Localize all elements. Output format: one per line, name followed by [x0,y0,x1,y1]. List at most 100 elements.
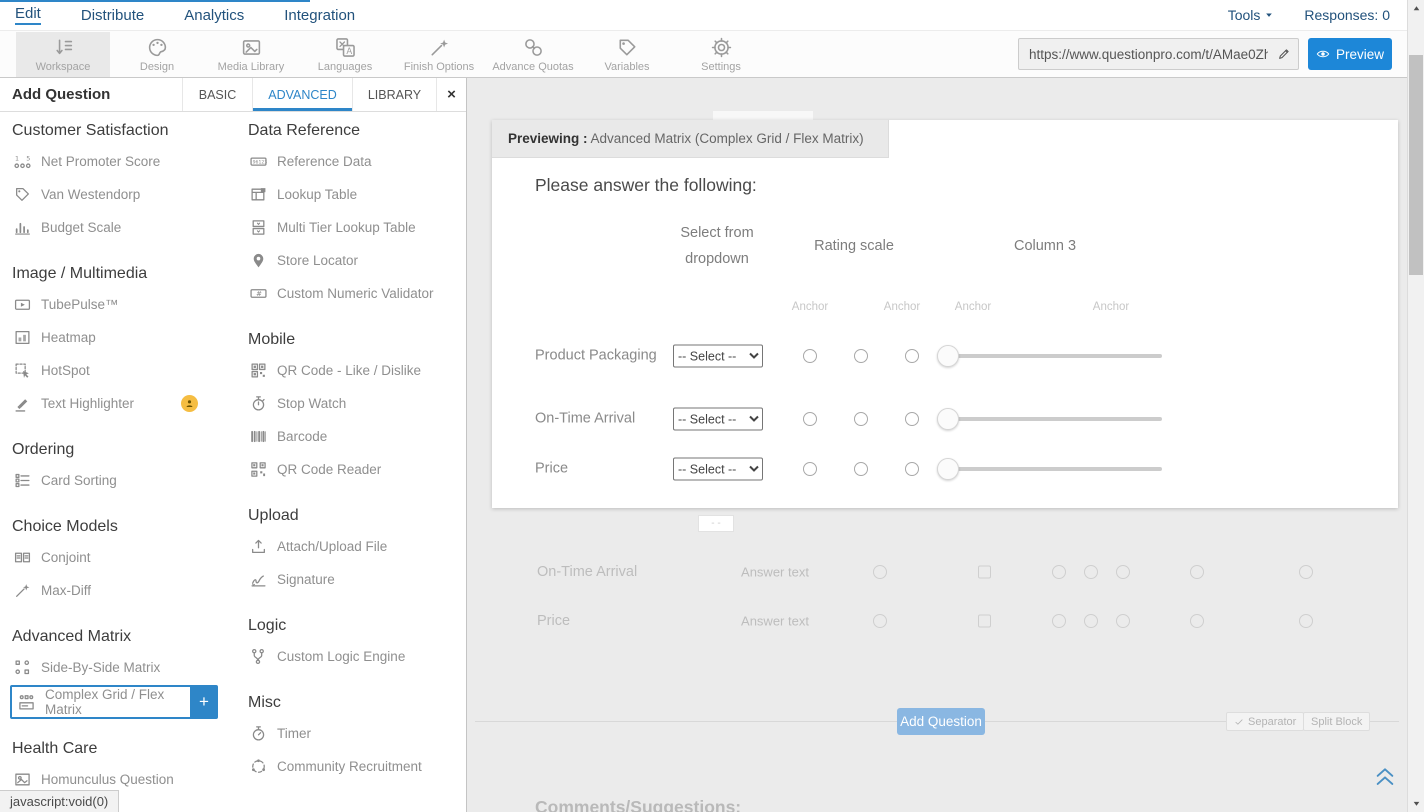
background-radio[interactable] [1052,565,1066,579]
background-radio[interactable] [1116,614,1130,628]
section-title: Mobile [248,331,464,349]
preview-button[interactable]: Preview [1308,38,1392,70]
tab-library[interactable]: LIBRARY [352,78,436,111]
question-type-item[interactable]: QR Code Reader [246,453,464,486]
separator-button[interactable]: Separator [1226,712,1304,731]
question-type-item[interactable]: HotSpot [10,354,238,387]
question-type-item[interactable]: TubePulse™ [10,288,238,321]
rating-radio[interactable] [803,349,817,363]
background-radio[interactable] [1052,614,1066,628]
toolbar-button-label: Variables [604,61,649,73]
rating-radio[interactable] [905,349,919,363]
nav-tab-analytics[interactable]: Analytics [184,7,244,24]
row-select-dropdown[interactable]: -- Select -- [673,408,763,431]
rating-radio[interactable] [854,462,868,476]
question-type-item[interactable]: Conjoint [10,541,238,574]
add-selected-question-plus-button[interactable]: + [190,685,218,719]
question-type-item[interactable]: Complex Grid / Flex Matrix + [10,685,192,719]
rating-radio[interactable] [854,349,868,363]
toolbar-button[interactable]: Design [110,32,204,77]
tab-advanced[interactable]: ADVANCED [252,78,352,111]
nav-tab-integration[interactable]: Integration [284,7,355,24]
question-type-item[interactable]: Max-Diff [10,574,238,607]
gold-upgrade-badge-icon [181,395,198,412]
background-radio[interactable] [1299,565,1313,579]
background-radio[interactable] [1084,614,1098,628]
scrollbar-up-arrow-icon[interactable] [1408,0,1424,17]
question-type-item[interactable]: Card Sorting [10,464,238,497]
question-type-item[interactable]: Attach/Upload File [246,530,464,563]
question-type-item[interactable]: Barcode [246,420,464,453]
toolbar-button[interactable]: Settings [674,32,768,77]
check-icon [1234,717,1244,727]
question-type-section: Logic Custom Logic Engine [246,617,464,673]
question-type-label: Text Highlighter [41,396,134,411]
close-icon[interactable]: × [436,78,466,111]
nav-tab-distribute[interactable]: Distribute [81,7,144,24]
question-type-item[interactable]: Community Recruitment [246,750,464,783]
question-type-label: Reference Data [277,154,372,169]
question-type-item[interactable]: Signature [246,563,464,596]
slider-handle[interactable] [937,408,959,430]
rating-radio[interactable] [854,412,868,426]
background-radio[interactable] [873,614,887,628]
tag-icon [13,186,31,204]
rating-radio[interactable] [905,412,919,426]
slider-handle[interactable] [937,345,959,367]
question-type-item[interactable]: Lookup Table [246,178,464,211]
question-type-item[interactable]: 96123 Reference Data [246,145,464,178]
rating-radio[interactable] [803,462,817,476]
toolbar-button[interactable]: Workspace [16,32,110,77]
question-type-item[interactable]: Text Highlighter [10,387,238,420]
slider-handle[interactable] [937,458,959,480]
row-slider[interactable] [937,408,1162,430]
page-scrollbar[interactable] [1407,0,1424,812]
map-pin-icon [249,252,267,270]
background-radio[interactable] [1299,614,1313,628]
add-question-button[interactable]: Add Question [897,708,985,735]
edit-url-pencil-icon[interactable] [1270,47,1298,61]
scrollbar-down-arrow-icon[interactable] [1408,795,1424,812]
question-type-item[interactable]: # Custom Numeric Validator [246,277,464,310]
scroll-to-top-double-chevron-icon[interactable] [1372,762,1398,788]
split-block-label: Split Block [1311,716,1362,728]
nav-tab-edit[interactable]: Edit [15,5,41,25]
question-type-item[interactable]: Custom Logic Engine [246,640,464,673]
question-type-item[interactable]: Heatmap [10,321,238,354]
question-type-item[interactable]: Van Westendorp [10,178,238,211]
row-select-dropdown[interactable]: -- Select -- [673,458,763,481]
question-type-item[interactable]: Store Locator [246,244,464,277]
question-type-item[interactable]: QR Code - Like / Dislike [246,354,464,387]
responses-count[interactable]: Responses: 0 [1304,7,1390,23]
background-radio[interactable] [873,565,887,579]
background-radio[interactable] [1116,565,1130,579]
qr-like-dislike-icon [249,362,267,380]
question-type-item[interactable]: Budget Scale [10,211,238,244]
toolbar-button[interactable]: Finish Options [392,32,486,77]
toolbar-button[interactable]: Variables [580,32,674,77]
rating-radio[interactable] [803,412,817,426]
question-type-item[interactable]: Side-By-Side Matrix [10,651,238,684]
question-type-item[interactable]: 15 Net Promoter Score [10,145,238,178]
survey-url-input[interactable] [1019,47,1270,62]
question-type-item[interactable]: Multi Tier Lookup Table [246,211,464,244]
row-slider[interactable] [937,458,1162,480]
rating-radio[interactable] [905,462,919,476]
toolbar-button[interactable]: Media Library [204,32,298,77]
panel-column-1: Data Reference 96123 Reference Data Look… [246,112,464,783]
toolbar-button[interactable]: Advance Quotas [486,32,580,77]
background-checkbox[interactable] [978,566,991,579]
background-radio[interactable] [1084,565,1098,579]
row-select-dropdown[interactable]: -- Select -- [673,345,763,368]
question-type-item[interactable]: Stop Watch [246,387,464,420]
tab-basic[interactable]: BASIC [182,78,252,111]
background-radio[interactable] [1190,614,1204,628]
background-radio[interactable] [1190,565,1204,579]
tools-dropdown[interactable]: Tools [1228,7,1275,23]
row-slider[interactable] [937,345,1162,367]
scrollbar-thumb[interactable] [1409,55,1423,275]
background-checkbox[interactable] [978,615,991,628]
split-block-button[interactable]: Split Block [1303,712,1370,731]
question-type-item[interactable]: Timer [246,717,464,750]
toolbar-button[interactable]: A Languages [298,32,392,77]
